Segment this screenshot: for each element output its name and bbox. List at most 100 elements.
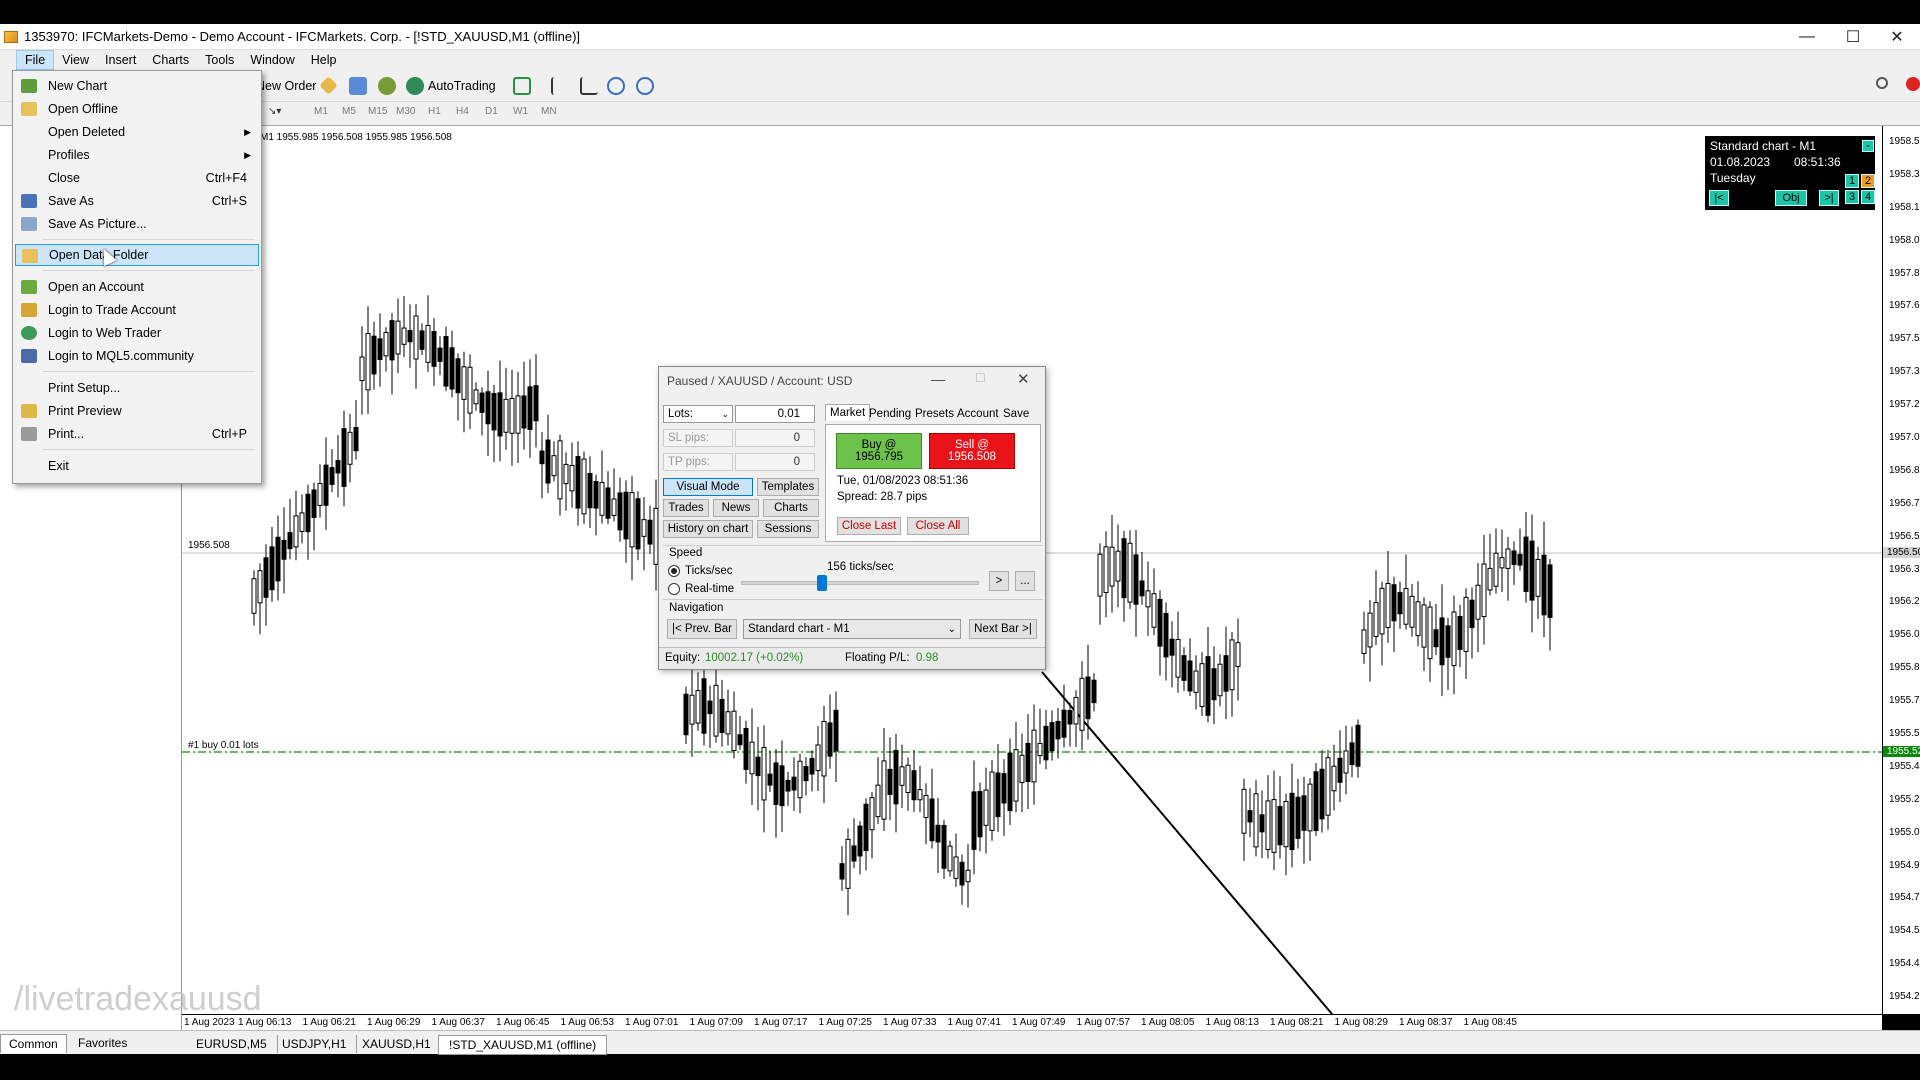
- realtime-radio[interactable]: [668, 583, 680, 595]
- menu-file[interactable]: File: [16, 50, 55, 70]
- close-all-button[interactable]: Close All: [907, 517, 969, 535]
- timeframe-h4[interactable]: H4: [456, 106, 469, 117]
- menu-help[interactable]: Help: [303, 50, 345, 70]
- menu-item-print-setup[interactable]: Print Setup...: [15, 377, 259, 399]
- menu-item-open-offline[interactable]: Open Offline: [15, 98, 259, 120]
- chart-tab-eurusd[interactable]: EURUSD,M5: [186, 1035, 278, 1053]
- tp-pips-input[interactable]: 0: [735, 453, 815, 471]
- notification-icon[interactable]: [1906, 77, 1920, 91]
- close-window-button[interactable]: ✕: [1874, 24, 1920, 50]
- close-last-button[interactable]: Close Last: [837, 517, 901, 535]
- zoom-out-icon[interactable]: [636, 77, 654, 95]
- bar-chart-icon[interactable]: [513, 77, 531, 95]
- timeframe-mn[interactable]: MN: [541, 106, 557, 117]
- maximize-button[interactable]: ☐: [1830, 24, 1876, 50]
- menu-item-exit[interactable]: Exit: [15, 455, 259, 477]
- menu-item-open-account[interactable]: Open an Account: [15, 276, 259, 298]
- menu-tools[interactable]: Tools: [197, 50, 242, 70]
- signals-icon[interactable]: [378, 77, 396, 95]
- menu-item-profiles[interactable]: Profiles ▶: [15, 144, 259, 166]
- candle-body: [359, 356, 365, 382]
- trades-button[interactable]: Trades: [663, 499, 709, 517]
- timeframe-m1[interactable]: M1: [314, 106, 328, 117]
- tab-pending[interactable]: Pending: [865, 406, 915, 422]
- simulator-close-icon[interactable]: ✕: [1017, 370, 1030, 388]
- more-options-button[interactable]: ...: [1015, 571, 1035, 591]
- ticks-radio[interactable]: [668, 565, 680, 577]
- panel-tab-common[interactable]: Common: [0, 1034, 67, 1053]
- zoom-in-icon[interactable]: [607, 77, 625, 95]
- lots-input[interactable]: 0.01: [735, 405, 815, 423]
- menu-insert[interactable]: Insert: [97, 50, 144, 70]
- timeframe-m15[interactable]: M15: [368, 106, 387, 117]
- metaeditor-icon[interactable]: [319, 76, 338, 95]
- next-bar-button[interactable]: Next Bar >|: [969, 619, 1037, 639]
- menu-item-login-mql5[interactable]: Login to MQL5.community: [15, 345, 259, 367]
- play-button[interactable]: >: [989, 571, 1009, 591]
- info-number-4[interactable]: 4: [1861, 190, 1875, 204]
- menu-item-close[interactable]: Close Ctrl+F4: [15, 167, 259, 189]
- menu-item-save-as-picture[interactable]: Save As Picture...: [15, 213, 259, 235]
- history-on-chart-button[interactable]: History on chart: [663, 520, 753, 538]
- info-number-2[interactable]: 2: [1861, 174, 1875, 188]
- chart-tab-xauusd[interactable]: XAUUSD,H1: [352, 1035, 442, 1053]
- autotrading-icon[interactable]: [406, 77, 424, 95]
- info-last-button[interactable]: >|: [1819, 190, 1839, 206]
- timeframe-m30[interactable]: M30: [396, 106, 415, 117]
- menu-item-save-as[interactable]: Save As Ctrl+S: [15, 190, 259, 212]
- search-icon[interactable]: [1876, 77, 1888, 89]
- chart-tab-std-xauusd[interactable]: !STD_XAUUSD,M1 (offline): [438, 1035, 608, 1055]
- timeframe-h1[interactable]: H1: [428, 106, 441, 117]
- tab-account[interactable]: Account: [953, 406, 1003, 422]
- candle-body: [437, 347, 443, 362]
- info-number-3[interactable]: 3: [1845, 190, 1859, 204]
- tab-market[interactable]: Market: [825, 404, 871, 421]
- market-watch-icon[interactable]: [349, 77, 367, 95]
- timeframe-m5[interactable]: M5: [342, 106, 356, 117]
- autotrading-button[interactable]: AutoTrading: [424, 74, 500, 98]
- sell-button[interactable]: Sell @ 1956.508: [929, 433, 1015, 469]
- menu-item-login-web-trader[interactable]: Login to Web Trader: [15, 322, 259, 344]
- charts-button[interactable]: Charts: [763, 499, 819, 517]
- menu-item-open-deleted[interactable]: Open Deleted ▶: [15, 121, 259, 143]
- simulator-minimize-icon[interactable]: —: [931, 371, 945, 387]
- time-tick-label: 1 Aug 07:57: [1076, 1017, 1130, 1028]
- buy-button[interactable]: Buy @ 1956.795: [836, 433, 922, 469]
- menu-item-print[interactable]: Print... Ctrl+P: [15, 423, 259, 445]
- lots-select[interactable]: Lots: ⌄: [663, 405, 733, 423]
- prev-bar-button[interactable]: |< Prev. Bar: [667, 619, 737, 639]
- speed-slider-thumb[interactable]: [817, 575, 828, 591]
- templates-button[interactable]: Templates: [757, 478, 819, 496]
- info-number-1[interactable]: 1: [1845, 174, 1859, 188]
- sl-pips-input[interactable]: 0: [735, 429, 815, 447]
- visual-mode-button[interactable]: Visual Mode: [663, 478, 753, 496]
- sessions-button[interactable]: Sessions: [757, 520, 819, 538]
- menu-view[interactable]: View: [54, 50, 97, 70]
- minimize-button[interactable]: —: [1784, 24, 1830, 50]
- menu-item-print-preview[interactable]: Print Preview: [15, 400, 259, 422]
- menu-item-new-chart[interactable]: New Chart: [15, 75, 259, 97]
- tp-pips-select[interactable]: TP pips:: [663, 453, 733, 471]
- tab-save[interactable]: Save: [999, 406, 1033, 422]
- chart-shift-icon[interactable]: [551, 77, 569, 95]
- menu-item-open-data-folder[interactable]: Open Data Folder: [15, 244, 259, 266]
- speed-slider[interactable]: [741, 575, 979, 591]
- chart-select[interactable]: Standard chart - M1 ⌄: [743, 619, 961, 639]
- info-box-collapse-icon[interactable]: -: [1862, 140, 1874, 152]
- timeframe-w1[interactable]: W1: [513, 106, 528, 117]
- info-objects-button[interactable]: Obj: [1775, 190, 1807, 206]
- timeframe-d1[interactable]: D1: [485, 106, 498, 117]
- menu-item-login-trade-account[interactable]: Login to Trade Account: [15, 299, 259, 321]
- menu-charts[interactable]: Charts: [144, 50, 197, 70]
- autoscroll-icon[interactable]: [580, 77, 598, 95]
- new-order-button[interactable]: New Order: [252, 74, 320, 98]
- chart-tab-usdjpy[interactable]: USDJPY,H1: [272, 1035, 358, 1053]
- tab-presets[interactable]: Presets: [911, 406, 958, 422]
- news-button[interactable]: News: [713, 499, 759, 517]
- info-first-button[interactable]: |<: [1709, 190, 1729, 206]
- simulator-maximize-icon[interactable]: ☐: [975, 371, 986, 385]
- sl-pips-select[interactable]: SL pips:: [663, 429, 733, 447]
- menu-window[interactable]: Window: [242, 50, 302, 70]
- panel-tab-favorites[interactable]: Favorites: [70, 1034, 135, 1052]
- drawing-tools-icon[interactable]: ↘▾: [268, 106, 281, 117]
